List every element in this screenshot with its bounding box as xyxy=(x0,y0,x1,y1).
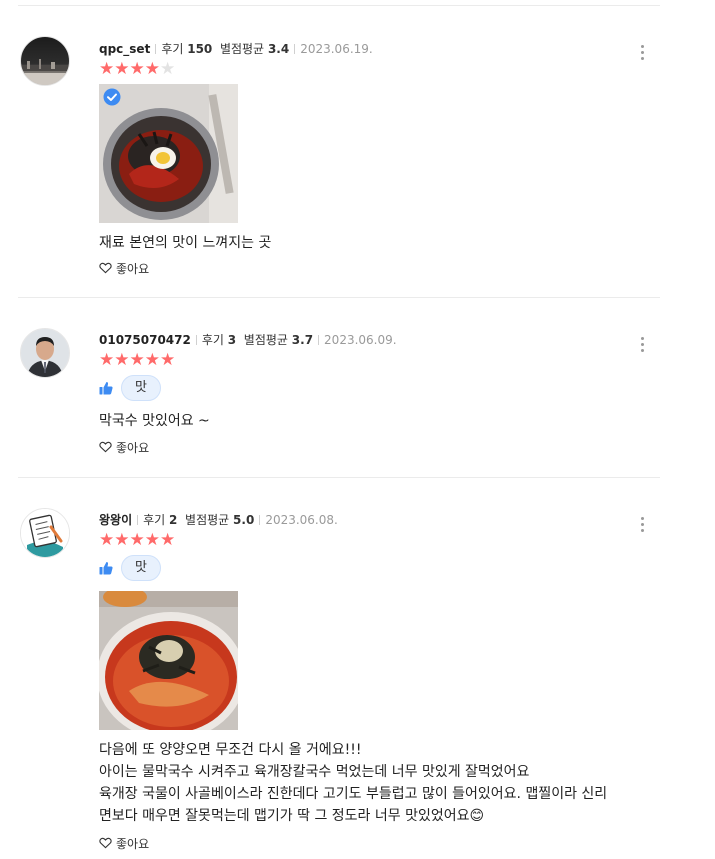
keyword-tag[interactable]: 맛 xyxy=(121,375,161,401)
more-vertical-icon[interactable] xyxy=(634,515,650,535)
separator xyxy=(195,335,197,345)
nickname[interactable]: 왕왕이 xyxy=(99,513,132,527)
review-text-line: 막국수 맛있어요 ~ xyxy=(99,413,210,429)
star-filled-icon: ★ xyxy=(144,59,160,79)
review-text-line: 육개장 국물이 사골베이스라 진한데다 고기도 부들럽고 많이 들어있어요. 맵… xyxy=(99,786,608,802)
star-rating: ★★★★★ xyxy=(99,60,630,78)
review-text: 재료 본연의 맛이 느껴지는 곳 xyxy=(99,232,630,254)
average-rating: 별점평균 3.7 xyxy=(243,333,314,347)
review-text-line: 아이는 물막국수 시켜주고 육개장칼국수 먹었는데 너무 맛있게 잘먹었어요 xyxy=(99,764,530,780)
star-filled-icon: ★ xyxy=(99,530,115,550)
keyword-tag-row: 맛 xyxy=(99,375,630,401)
review-item: 01075070472 후기 3 별점평균 3.7 2023.06.09. ★★★★… xyxy=(18,298,660,477)
review-meta: 01075070472 후기 3 별점평균 3.7 2023.06.09. xyxy=(99,332,630,348)
star-filled-icon: ★ xyxy=(114,350,130,370)
thumbs-up-icon xyxy=(99,382,113,395)
star-filled-icon: ★ xyxy=(129,59,145,79)
like-label: 좋아요 xyxy=(116,440,150,455)
keyword-tag-row: 맛 xyxy=(99,555,630,581)
like-button[interactable]: 좋아요 xyxy=(99,260,630,276)
review-text-line: 재료 본연의 맛이 느껴지는 곳 xyxy=(99,235,272,251)
separator xyxy=(155,44,157,54)
thumbs-up-icon xyxy=(99,562,113,575)
star-filled-icon: ★ xyxy=(129,350,145,370)
review-date: 2023.06.08. xyxy=(265,513,338,527)
separator xyxy=(259,515,261,525)
separator xyxy=(294,44,296,54)
star-filled-icon: ★ xyxy=(114,530,130,550)
star-filled-icon: ★ xyxy=(160,530,176,550)
review-text: 막국수 맛있어요 ~ xyxy=(99,410,630,432)
avatar-illustration xyxy=(21,509,69,557)
average-rating: 별점평균 3.4 xyxy=(219,42,290,56)
star-filled-icon: ★ xyxy=(99,350,115,370)
review-photo[interactable] xyxy=(99,84,238,223)
avatar-photo xyxy=(21,59,69,85)
heart-outline-icon xyxy=(99,441,112,453)
review-meta: qpc_set 후기 150 별점평균 3.4 2023.06.19. xyxy=(99,41,630,57)
review-list: qpc_set 후기 150 별점평균 3.4 2023.06.19. ★★★★★ xyxy=(18,0,660,859)
heart-outline-icon xyxy=(99,837,112,849)
nickname[interactable]: 01075070472 xyxy=(99,333,191,347)
avatar[interactable] xyxy=(20,328,70,378)
noodle-photo-2 xyxy=(99,591,238,730)
like-label: 좋아요 xyxy=(116,261,150,276)
review-item: 왕왕이 후기 2 별점평균 5.0 2023.06.08. ★★★★★ 맛 다음… xyxy=(18,478,660,859)
review-count: 후기 3 xyxy=(201,333,237,347)
star-filled-icon: ★ xyxy=(129,530,145,550)
review-date: 2023.06.19. xyxy=(300,42,373,56)
review-text-line: 면보다 매우면 잘못먹는데 맵기가 딱 그 정도라 너무 맛있었어요😊 xyxy=(99,808,485,824)
star-rating: ★★★★★ xyxy=(99,531,630,549)
star-filled-icon: ★ xyxy=(160,350,176,370)
avatar[interactable] xyxy=(20,36,70,86)
star-filled-icon: ★ xyxy=(114,59,130,79)
review-text-line: 다음에 또 양양오면 무조건 다시 올 거에요!!! xyxy=(99,742,362,758)
review-count: 후기 2 xyxy=(143,513,178,527)
check-badge-icon xyxy=(103,88,121,106)
separator xyxy=(137,515,139,525)
review-date: 2023.06.09. xyxy=(324,333,397,347)
review-text: 다음에 또 양양오면 무조건 다시 올 거에요!!! 아이는 물막국수 시켜주고… xyxy=(99,739,630,827)
star-filled-icon: ★ xyxy=(144,350,160,370)
review-meta: 왕왕이 후기 2 별점평균 5.0 2023.06.08. xyxy=(99,512,630,528)
average-rating: 별점평균 5.0 xyxy=(185,513,255,527)
more-vertical-icon[interactable] xyxy=(634,335,650,355)
more-vertical-icon[interactable] xyxy=(634,43,650,63)
like-button[interactable]: 좋아요 xyxy=(99,835,630,851)
separator xyxy=(318,335,320,345)
like-button[interactable]: 좋아요 xyxy=(99,439,630,455)
star-filled-icon: ★ xyxy=(99,59,115,79)
star-empty-icon: ★ xyxy=(160,59,176,79)
review-count: 후기 150 xyxy=(161,42,213,56)
star-filled-icon: ★ xyxy=(144,530,160,550)
heart-outline-icon xyxy=(99,262,112,274)
keyword-tag[interactable]: 맛 xyxy=(121,555,161,581)
like-label: 좋아요 xyxy=(116,836,150,851)
review-photo[interactable] xyxy=(99,591,238,730)
star-rating: ★★★★★ xyxy=(99,351,630,369)
review-item: qpc_set 후기 150 별점평균 3.4 2023.06.19. ★★★★★ xyxy=(18,6,660,297)
nickname[interactable]: qpc_set xyxy=(99,42,150,56)
avatar-photo xyxy=(21,329,69,377)
avatar[interactable] xyxy=(20,508,70,558)
